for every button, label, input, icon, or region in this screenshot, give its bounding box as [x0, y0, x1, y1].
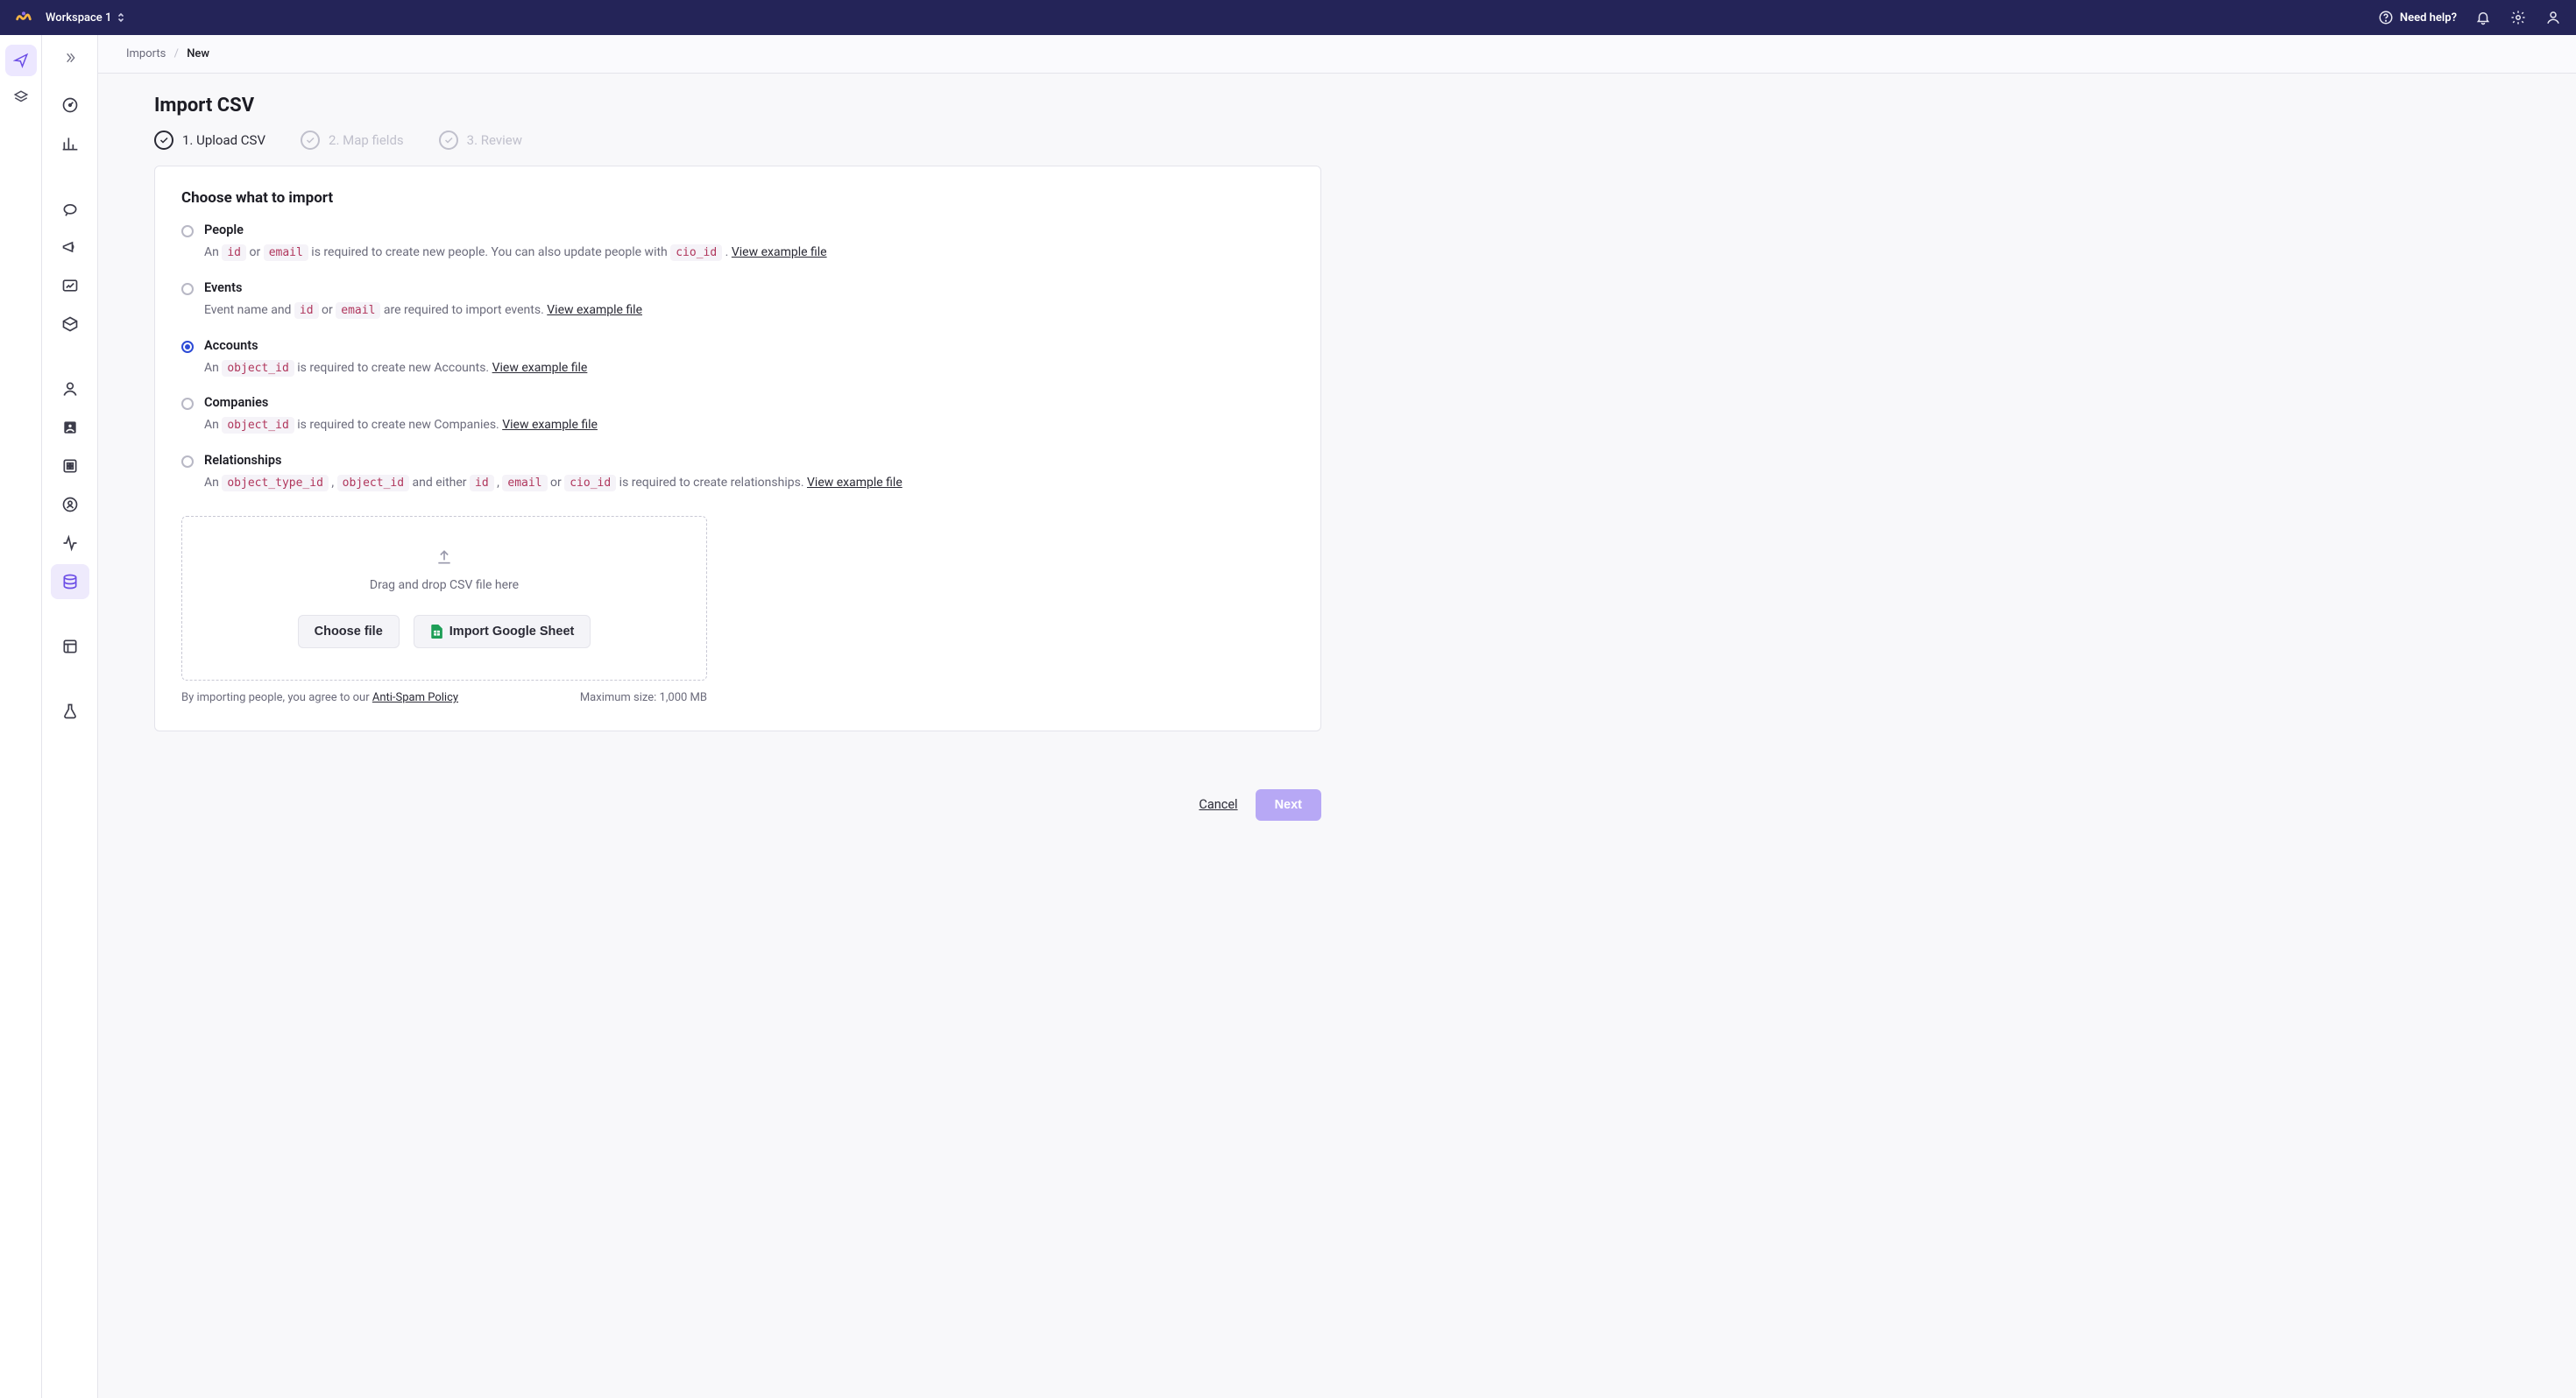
google-sheet-icon — [430, 625, 442, 639]
option-label: Relationships — [204, 453, 1294, 468]
nav-segments[interactable] — [51, 487, 89, 522]
step-check-icon — [439, 131, 458, 150]
gear-icon[interactable] — [2509, 9, 2527, 26]
far-rail-layers[interactable] — [5, 81, 37, 113]
nav-content[interactable] — [51, 629, 89, 664]
steps: 1. Upload CSV 2. Map fields 3. Review — [154, 131, 1321, 150]
meta-row: By importing people, you agree to our An… — [181, 691, 707, 704]
option-label: People — [204, 222, 1294, 237]
profile-icon[interactable] — [2544, 9, 2562, 26]
footer-actions: Cancel Next — [98, 766, 1377, 838]
example-link[interactable]: View example file — [502, 418, 598, 432]
page-title: Import CSV — [154, 95, 1321, 116]
far-rail-send[interactable] — [5, 45, 37, 76]
nav-journeys[interactable] — [51, 191, 89, 226]
step-check-icon — [301, 131, 320, 150]
agree-text: By importing people, you agree to our An… — [181, 691, 458, 704]
option-relationships[interactable]: Relationships An object_type_id , object… — [181, 453, 1294, 505]
step-label: 3. Review — [467, 132, 522, 148]
step-check-icon — [154, 131, 173, 150]
help-icon — [2377, 9, 2395, 26]
dropzone-text: Drag and drop CSV file here — [200, 578, 689, 592]
nav-people[interactable] — [51, 371, 89, 406]
option-label: Companies — [204, 395, 1294, 410]
import-gsheet-button[interactable]: Import Google Sheet — [414, 615, 591, 648]
nav-people-card[interactable] — [51, 410, 89, 445]
nav-deliveries[interactable] — [51, 307, 89, 342]
bell-icon[interactable] — [2474, 9, 2492, 26]
radio-icon — [181, 341, 194, 353]
breadcrumb-root[interactable]: Imports — [126, 47, 166, 60]
radio-icon — [181, 455, 194, 468]
cancel-button[interactable]: Cancel — [1199, 797, 1237, 812]
nav-transactional[interactable] — [51, 268, 89, 303]
nav-broadcasts[interactable] — [51, 229, 89, 265]
option-label: Events — [204, 280, 1294, 295]
option-desc: An object_type_id , object_id and either… — [204, 473, 1294, 493]
step-1-upload: 1. Upload CSV — [154, 131, 265, 150]
help-link[interactable]: Need help? — [2377, 9, 2457, 26]
step-3-review: 3. Review — [439, 131, 522, 150]
upload-icon — [200, 548, 689, 569]
step-label: 1. Upload CSV — [182, 132, 265, 148]
breadcrumb: Imports / New — [98, 35, 2576, 74]
option-people[interactable]: People An id or email is required to cre… — [181, 222, 1294, 275]
option-desc: Event name and id or email are required … — [204, 300, 1294, 321]
workspace-switcher[interactable]: Workspace 1 — [46, 11, 125, 25]
next-button[interactable]: Next — [1256, 789, 1321, 821]
option-desc: An object_id is required to create new A… — [204, 358, 1294, 378]
far-rail — [0, 35, 42, 1398]
page-body: Imports / New Import CSV 1. Upload CSV 2… — [98, 35, 2576, 1398]
option-desc: An id or email is required to create new… — [204, 243, 1294, 263]
nav-activity[interactable] — [51, 526, 89, 561]
choose-file-button[interactable]: Choose file — [298, 615, 400, 648]
step-2-map: 2. Map fields — [301, 131, 404, 150]
nav-analytics[interactable] — [51, 126, 89, 161]
app-logo[interactable] — [14, 8, 33, 27]
nav-dashboard[interactable] — [51, 88, 89, 123]
anti-spam-link[interactable]: Anti-Spam Policy — [372, 691, 458, 704]
import-gsheet-label: Import Google Sheet — [449, 625, 575, 639]
radio-icon — [181, 283, 194, 295]
example-link[interactable]: View example file — [547, 303, 642, 317]
example-link[interactable]: View example file — [732, 245, 827, 259]
breadcrumb-sep: / — [174, 47, 179, 60]
dropzone[interactable]: Drag and drop CSV file here Choose file … — [181, 516, 707, 681]
topbar: Workspace 1 Need help? — [0, 0, 2576, 35]
side-rail — [42, 35, 98, 1398]
nav-experiments[interactable] — [51, 694, 89, 729]
option-events[interactable]: Events Event name and id or email are re… — [181, 280, 1294, 333]
nav-data-index[interactable] — [51, 564, 89, 599]
step-label: 2. Map fields — [329, 132, 404, 148]
option-accounts[interactable]: Accounts An object_id is required to cre… — [181, 338, 1294, 391]
example-link[interactable]: View example file — [807, 476, 902, 490]
help-label: Need help? — [2400, 11, 2457, 25]
chevron-updown-icon — [117, 11, 125, 24]
workspace-label: Workspace 1 — [46, 11, 111, 25]
option-label: Accounts — [204, 338, 1294, 353]
max-size-text: Maximum size: 1,000 MB — [580, 691, 707, 704]
radio-icon — [181, 398, 194, 410]
expand-sidebar-button[interactable] — [51, 42, 89, 74]
example-link[interactable]: View example file — [492, 361, 588, 375]
option-desc: An object_id is required to create new C… — [204, 415, 1294, 435]
nav-objects[interactable] — [51, 448, 89, 484]
breadcrumb-current: New — [187, 47, 209, 60]
section-heading: Choose what to import — [181, 189, 1294, 207]
import-card: Choose what to import People An id or em… — [154, 166, 1321, 731]
option-companies[interactable]: Companies An object_id is required to cr… — [181, 395, 1294, 448]
radio-icon — [181, 225, 194, 237]
